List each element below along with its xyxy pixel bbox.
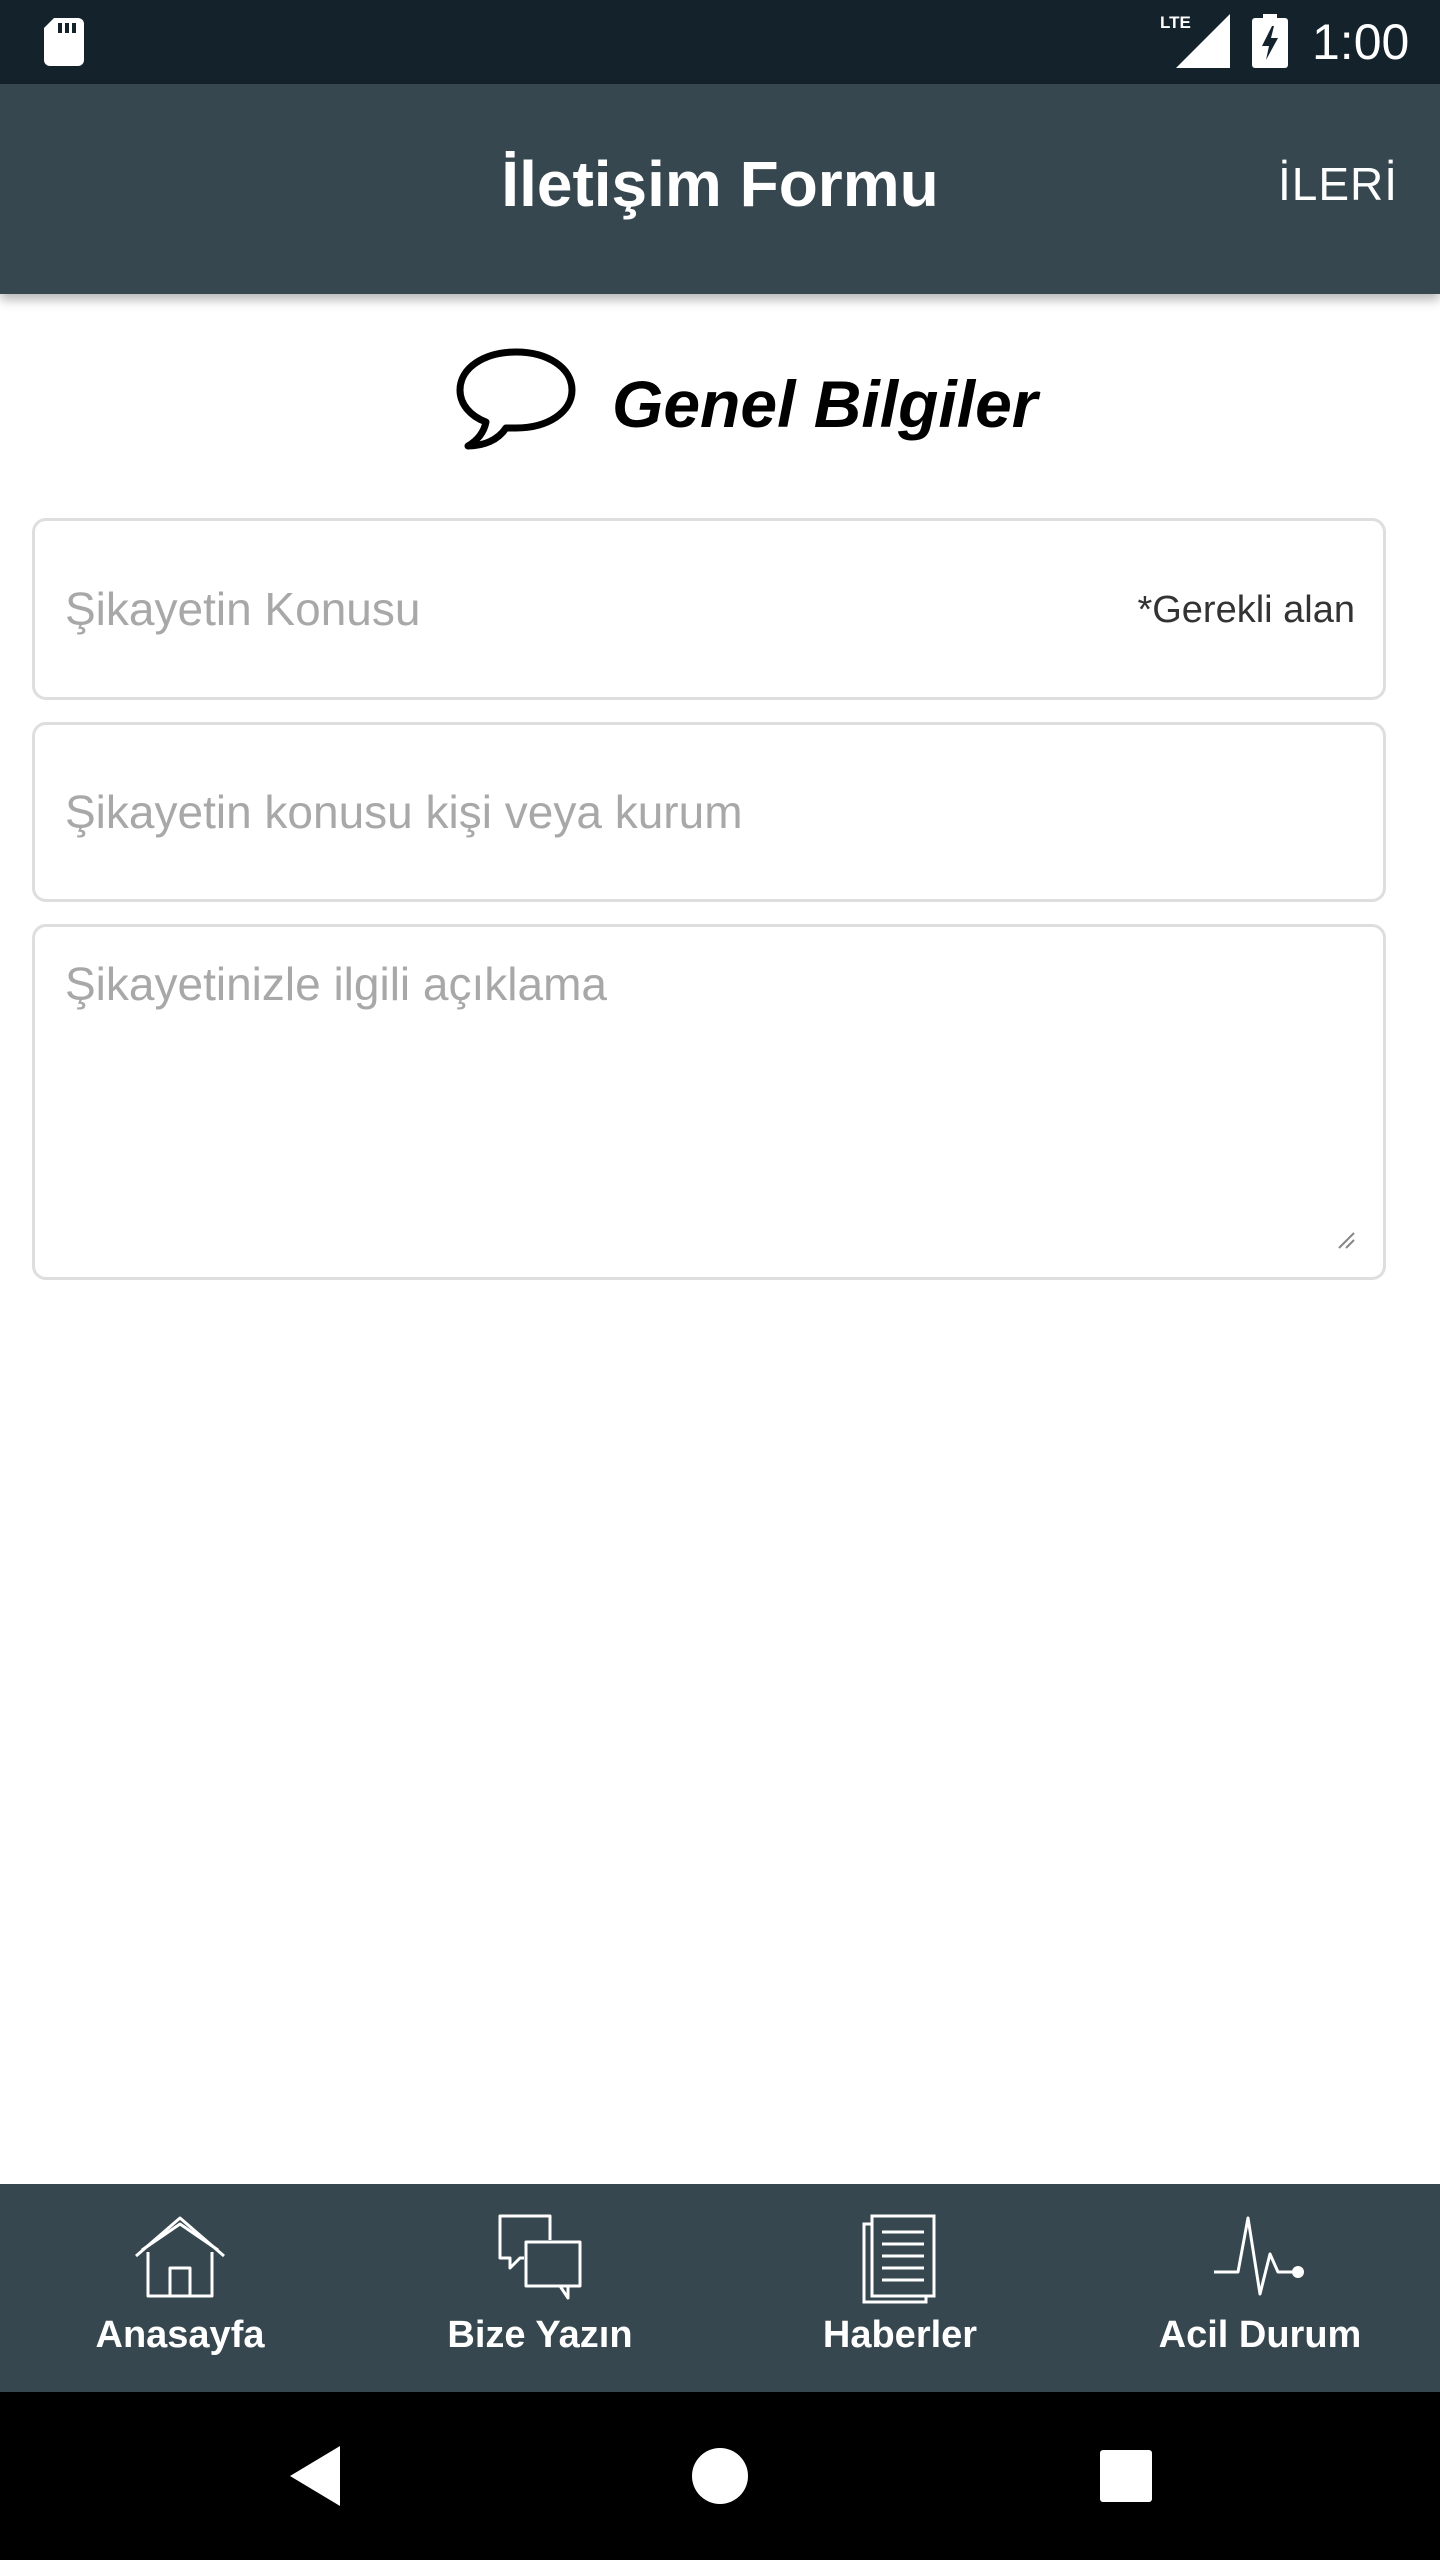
- back-icon[interactable]: [276, 2436, 356, 2516]
- chat-bubbles-icon: [498, 2214, 582, 2300]
- home-icon: [135, 2216, 225, 2298]
- nav-item-news[interactable]: Haberler: [720, 2184, 1080, 2392]
- system-navigation-bar: [0, 2392, 1440, 2560]
- page-title: İletişim Formu: [501, 148, 939, 220]
- nav-label: Bize Yazın: [447, 2314, 633, 2356]
- heartbeat-icon: [1214, 2216, 1304, 2296]
- svg-text:LTE: LTE: [1160, 13, 1191, 32]
- section-title: Genel Bilgiler: [612, 367, 1038, 441]
- nav-label: Haberler: [822, 2314, 978, 2356]
- speech-bubble-icon: [456, 348, 576, 450]
- battery-charging-icon: [1252, 14, 1288, 68]
- description-textarea[interactable]: [35, 927, 1383, 1277]
- nav-item-write-us[interactable]: Bize Yazın: [360, 2184, 720, 2392]
- nav-label: Acil Durum: [1158, 2314, 1362, 2356]
- description-field[interactable]: [32, 924, 1386, 1280]
- nav-item-emergency[interactable]: Acil Durum: [1080, 2184, 1440, 2392]
- sd-card-icon: [44, 18, 84, 66]
- home-circle-icon[interactable]: [680, 2436, 760, 2516]
- status-bar: LTE 1:00: [0, 0, 1440, 84]
- nav-label: Anasayfa: [95, 2314, 265, 2356]
- subject-field[interactable]: *Gerekli alan: [32, 518, 1386, 700]
- recents-icon[interactable]: [1086, 2436, 1166, 2516]
- news-icon: [862, 2214, 936, 2304]
- nav-item-home[interactable]: Anasayfa: [0, 2184, 360, 2392]
- required-field-note: *Gerekli alan: [1137, 589, 1355, 631]
- target-field[interactable]: [32, 722, 1386, 902]
- bottom-navigation: Anasayfa Bize Yazın Haberler Acil Durum: [0, 2184, 1440, 2392]
- resize-handle-icon[interactable]: [1337, 1231, 1355, 1249]
- section-header: Genel Bilgiler: [0, 340, 1440, 460]
- lte-signal-icon: LTE: [1160, 13, 1230, 68]
- target-input[interactable]: [35, 725, 1383, 899]
- next-button[interactable]: İLERİ: [1278, 152, 1398, 216]
- app-bar: İletişim Formu İLERİ: [0, 84, 1440, 294]
- clock: 1:00: [1312, 14, 1410, 70]
